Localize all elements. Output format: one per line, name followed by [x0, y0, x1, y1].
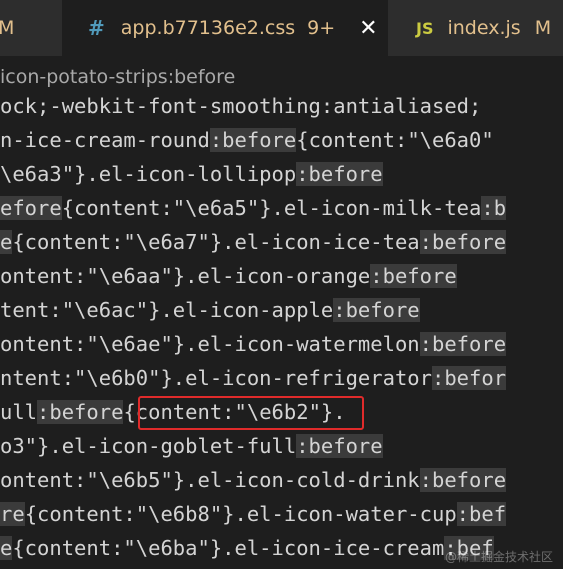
- selector-highlight: :before: [296, 162, 383, 186]
- selector-highlight: :before: [419, 230, 507, 254]
- editor-tab-bar: M # app.b77136e2.css 9+ ✕ JS index.js M: [0, 0, 563, 56]
- code-token: ontent:"\e6aa"}.el-icon-orange: [0, 264, 371, 288]
- code-line: o3"}.el-icon-goblet-full:before: [0, 429, 383, 463]
- code-line: ntent:"\e6b0"}.el-icon-refrigerator:befo…: [0, 361, 507, 395]
- code-token: \e6a3"}.el-icon-lollipop: [0, 162, 297, 186]
- code-line: re{content:"\e6b8"}.el-icon-water-cup:be…: [0, 497, 507, 531]
- code-token: {content:"\e6b8"}.el-icon-water-cup: [24, 502, 457, 526]
- code-line: ontent:"\e6b5"}.el-icon-cold-drink:befor…: [0, 463, 507, 497]
- selector-highlight: e: [0, 536, 13, 560]
- code-line: efore{content:"\e6a5"}.el-icon-milk-tea:…: [0, 191, 507, 225]
- code-line: tent:"\e6ac"}.el-icon-apple:before: [0, 293, 420, 327]
- code-token: {content:"\e6a7"}.el-icon-ice-tea: [12, 230, 420, 254]
- selector-highlight: :before: [296, 434, 383, 458]
- code-editor[interactable]: ock;-webkit-font-smoothing:antialiased; n…: [0, 88, 563, 569]
- selector-highlight: e: [0, 230, 13, 254]
- code-token: o3"}.el-icon-goblet-full: [0, 434, 297, 458]
- modified-indicator: M: [534, 17, 552, 39]
- selector-highlight: :before: [370, 264, 457, 288]
- tab-label: index.js: [447, 17, 521, 39]
- code-token: ull: [0, 400, 38, 424]
- code-line: n-ice-cream-round:before{content:"\e6a0": [0, 123, 494, 157]
- close-icon[interactable]: ✕: [359, 16, 377, 41]
- tab-index-js[interactable]: JS index.js M: [388, 0, 563, 56]
- selector-highlight: efore: [0, 196, 62, 220]
- selector-highlight: :before: [333, 298, 420, 322]
- code-token: {content:"\e6a0": [296, 128, 494, 152]
- code-line: \e6a3"}.el-icon-lollipop:before: [0, 157, 383, 191]
- code-token: n-ice-cream-round: [0, 128, 210, 152]
- selector-highlight: :before: [209, 128, 297, 152]
- tab-previous-file[interactable]: M: [0, 0, 62, 56]
- selector-highlight: :before: [37, 400, 124, 424]
- selector-highlight: :before: [419, 468, 507, 492]
- code-token: ock;-webkit-font-smoothing:antialiased;: [0, 94, 482, 118]
- selector-highlight: :before: [419, 332, 507, 356]
- tab-label: app.b77136e2.css: [120, 17, 296, 39]
- code-line: ock;-webkit-font-smoothing:antialiased;: [0, 89, 481, 123]
- code-line: e{content:"\e6a7"}.el-icon-ice-tea:befor…: [0, 225, 507, 259]
- modified-indicator: M: [0, 17, 15, 39]
- highlight-box: [138, 396, 364, 430]
- code-line: ontent:"\e6ae"}.el-icon-watermelon:befor…: [0, 327, 507, 361]
- code-token: tent:"\e6ac"}.el-icon-apple: [0, 298, 334, 322]
- watermark: @稀土掘金技术社区: [444, 550, 553, 564]
- code-token: ntent:"\e6b0"}.el-icon-refrigerator: [0, 366, 432, 390]
- code-token: {content:"\e6ba"}.el-icon-ice-cream: [12, 536, 445, 560]
- selector-highlight: :b: [481, 196, 507, 220]
- selector-highlight: :bef: [456, 502, 507, 526]
- problem-count-badge: 9+: [307, 17, 336, 39]
- css-file-icon: #: [88, 16, 105, 40]
- tab-app-css[interactable]: # app.b77136e2.css 9+ ✕: [62, 0, 388, 56]
- code-line: e{content:"\e6ba"}.el-icon-ice-cream:bef: [0, 531, 494, 565]
- code-line: ontent:"\e6aa"}.el-icon-orange:before: [0, 259, 457, 293]
- code-token: ontent:"\e6b5"}.el-icon-cold-drink: [0, 468, 420, 492]
- selector-highlight: :befor: [431, 366, 507, 390]
- code-token: ontent:"\e6ae"}.el-icon-watermelon: [0, 332, 420, 356]
- selector-highlight: re: [0, 502, 25, 526]
- js-file-icon: JS: [416, 18, 434, 38]
- code-token: {content:"\e6a5"}.el-icon-milk-tea: [61, 196, 482, 220]
